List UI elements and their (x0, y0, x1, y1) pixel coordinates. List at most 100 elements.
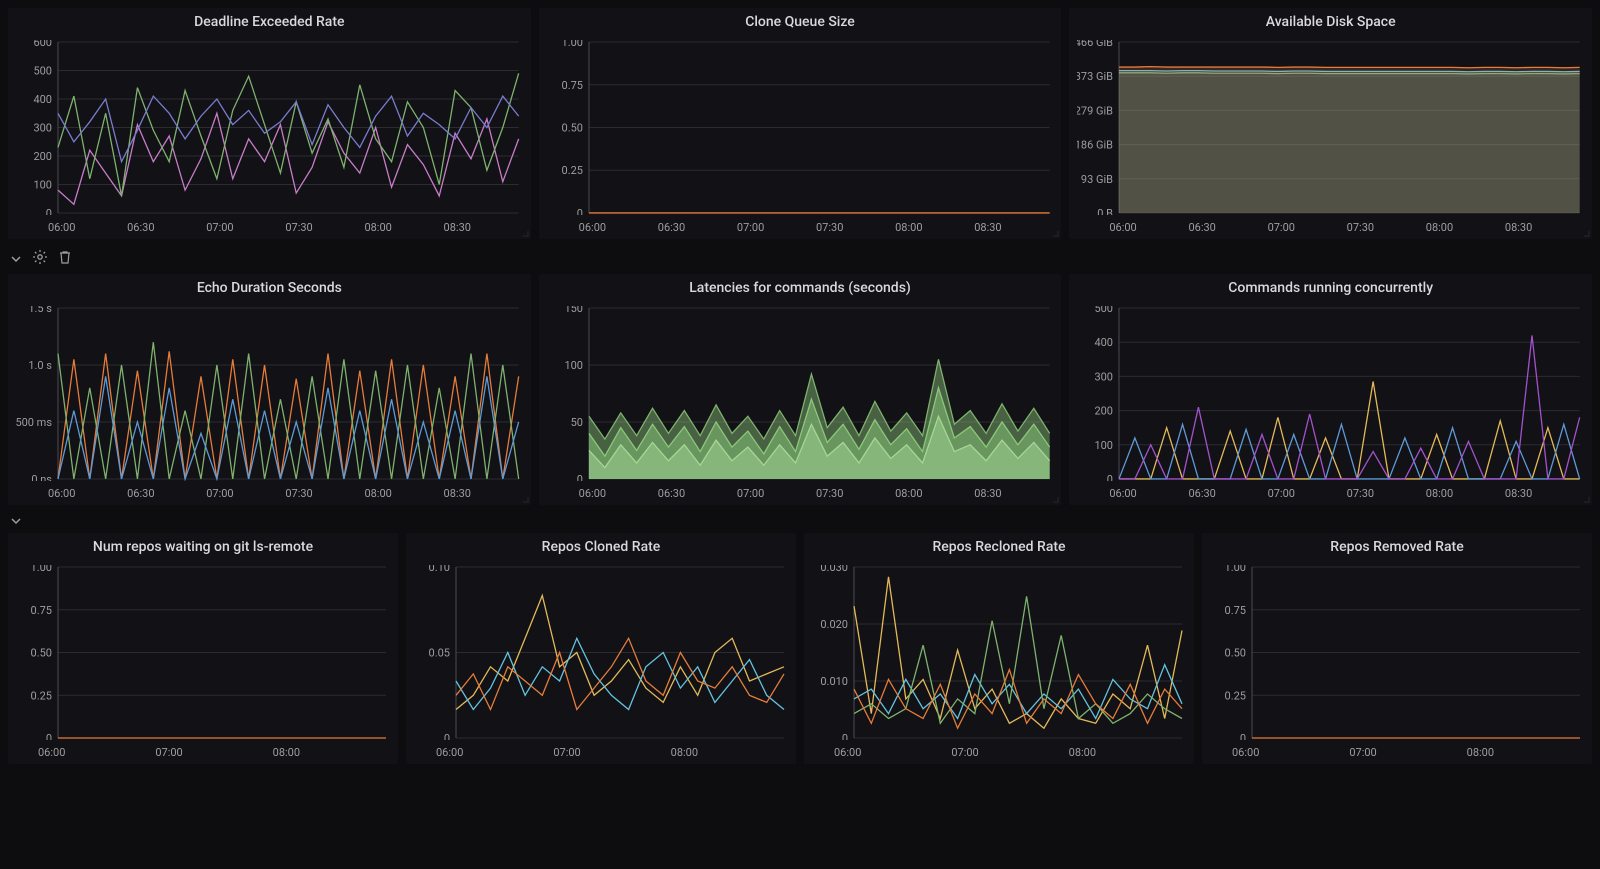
x-axis: 06:0007:0008:00 (38, 746, 390, 759)
panel-title: Commands running concurrently (1077, 280, 1584, 296)
svg-text:0.25: 0.25 (1225, 689, 1246, 702)
svg-text:200: 200 (33, 150, 52, 163)
svg-text:0.50: 0.50 (561, 121, 582, 134)
svg-text:0.030: 0.030 (820, 565, 848, 574)
svg-text:1.0 s: 1.0 s (28, 359, 52, 372)
x-axis: 06:0007:0008:00 (1232, 746, 1584, 759)
svg-text:400: 400 (33, 93, 52, 106)
svg-text:300: 300 (1095, 370, 1114, 383)
panel-title: Repos Recloned Rate (812, 539, 1186, 555)
x-axis: 06:0006:3007:0007:3008:0008:30 (579, 487, 1054, 500)
chart-canvas: 0 B93 GiB186 GiB279 GiB373 GiB466 GiB (1077, 40, 1584, 215)
x-axis: 06:0006:3007:0007:3008:0008:30 (1109, 221, 1584, 234)
svg-text:0: 0 (46, 732, 52, 740)
panel-title: Repos Removed Rate (1210, 539, 1584, 555)
svg-text:0 B: 0 B (1098, 207, 1114, 215)
svg-text:100: 100 (1095, 439, 1114, 452)
resize-handle-icon[interactable] (523, 497, 529, 503)
svg-text:0.10: 0.10 (429, 565, 450, 574)
panel-title: Repos Cloned Rate (414, 539, 788, 555)
chart-canvas: 0 0.05 0.10 (414, 565, 788, 740)
x-axis: 06:0006:3007:0007:3008:0008:30 (48, 487, 523, 500)
svg-text:300: 300 (33, 121, 52, 134)
gear-icon[interactable] (32, 249, 48, 268)
panel-cloned-rate[interactable]: Repos Cloned Rate 0 0.05 0.10 06:0007:0008… (406, 533, 796, 764)
chart-canvas: 0 100 200 300 400 500 600 (16, 40, 523, 215)
panel-removed-rate[interactable]: Repos Removed Rate 0 0.25 0.50 0.75 1.00 06:… (1202, 533, 1592, 764)
panel-title: Available Disk Space (1077, 14, 1584, 30)
trash-icon[interactable] (58, 250, 72, 267)
panel-recloned-rate[interactable]: Repos Recloned Rate 00.0100.0200.030 06:… (804, 533, 1194, 764)
svg-text:466 GiB: 466 GiB (1077, 40, 1113, 49)
dashboard-row-2: Echo Duration Seconds 0 ns 500 ms 1.0 s 1.5… (8, 274, 1592, 505)
svg-text:500: 500 (33, 65, 52, 78)
panel-latencies[interactable]: Latencies for commands (seconds) 0 50 100 1… (539, 274, 1062, 505)
svg-text:1.00: 1.00 (561, 40, 582, 49)
svg-text:0.50: 0.50 (1225, 647, 1246, 660)
svg-text:0: 0 (1107, 473, 1113, 481)
panel-title: Latencies for commands (seconds) (547, 280, 1054, 296)
row-header (8, 243, 1592, 274)
panel-disk-space[interactable]: Available Disk Space 0 B93 GiB186 GiB279… (1069, 8, 1592, 239)
panel-deadline-exceeded[interactable]: Deadline Exceeded Rate 0 100 200 300 400 500 6… (8, 8, 531, 239)
panel-title: Num repos waiting on git ls-remote (16, 539, 390, 555)
svg-text:50: 50 (570, 416, 582, 429)
x-axis: 06:0006:3007:0007:3008:0008:30 (579, 221, 1054, 234)
panel-echo-duration[interactable]: Echo Duration Seconds 0 ns 500 ms 1.0 s 1.5… (8, 274, 531, 505)
panel-clone-queue[interactable]: Clone Queue Size 00.250.500.751.00 06:00… (539, 8, 1062, 239)
svg-text:0.75: 0.75 (31, 604, 52, 617)
svg-text:93 GiB: 93 GiB (1081, 173, 1113, 186)
panel-title: Deadline Exceeded Rate (16, 14, 523, 30)
svg-text:0: 0 (576, 473, 582, 481)
x-axis: 06:0006:3007:0007:3008:0008:30 (48, 221, 523, 234)
x-axis: 06:0007:0008:00 (436, 746, 788, 759)
svg-text:0: 0 (444, 732, 450, 740)
panel-title: Echo Duration Seconds (16, 280, 523, 296)
dashboard-row-3: Num repos waiting on git ls-remote 0 0.25… (8, 533, 1592, 764)
resize-handle-icon[interactable] (1584, 497, 1590, 503)
svg-text:0.05: 0.05 (429, 647, 450, 660)
panel-commands-concurrent[interactable]: Commands running concurrently 0 100 200 300… (1069, 274, 1592, 505)
svg-text:200: 200 (1095, 405, 1114, 418)
chart-canvas: 0 ns 500 ms 1.0 s 1.5 s (16, 306, 523, 481)
chart-canvas: 00.250.500.751.00 (547, 40, 1054, 215)
x-axis: 06:0006:3007:0007:3008:0008:30 (1109, 487, 1584, 500)
svg-text:0.75: 0.75 (561, 79, 582, 92)
chart-canvas: 0 0.25 0.50 0.75 1.00 (1210, 565, 1584, 740)
svg-text:500: 500 (1095, 306, 1114, 315)
svg-text:0.50: 0.50 (31, 647, 52, 660)
chart-canvas: 0 50 100 150 (547, 306, 1054, 481)
resize-handle-icon[interactable] (1584, 231, 1590, 237)
svg-text:600: 600 (33, 40, 52, 49)
svg-text:373 GiB: 373 GiB (1077, 70, 1113, 83)
svg-text:1.00: 1.00 (31, 565, 52, 574)
chart-canvas: 00.0100.0200.030 (812, 565, 1186, 740)
svg-text:0.25: 0.25 (31, 689, 52, 702)
chart-canvas: 0 100 200 300 400 500 (1077, 306, 1584, 481)
row-header (8, 509, 1592, 533)
svg-text:500 ms: 500 ms (16, 416, 52, 429)
svg-text:1.00: 1.00 (1225, 565, 1246, 574)
svg-text:1.5 s: 1.5 s (28, 306, 52, 315)
svg-text:279 GiB: 279 GiB (1077, 104, 1113, 117)
x-axis: 06:0007:0008:00 (834, 746, 1186, 759)
svg-text:0: 0 (1240, 732, 1246, 740)
dashboard-row-1: Deadline Exceeded Rate 0 100 200 300 400 500 6… (8, 8, 1592, 239)
chevron-down-icon[interactable] (10, 253, 22, 265)
svg-text:0.010: 0.010 (820, 675, 848, 688)
svg-text:150: 150 (564, 306, 583, 315)
panel-title: Clone Queue Size (547, 14, 1054, 30)
resize-handle-icon[interactable] (523, 231, 529, 237)
svg-text:100: 100 (33, 178, 52, 191)
resize-handle-icon[interactable] (1053, 231, 1059, 237)
svg-text:100: 100 (564, 359, 583, 372)
svg-text:0: 0 (842, 732, 848, 740)
panel-ls-remote[interactable]: Num repos waiting on git ls-remote 0 0.25… (8, 533, 398, 764)
svg-text:400: 400 (1095, 336, 1114, 349)
resize-handle-icon[interactable] (1053, 497, 1059, 503)
svg-text:0: 0 (46, 207, 52, 215)
svg-text:0.75: 0.75 (1225, 604, 1246, 617)
chevron-down-icon[interactable] (10, 515, 22, 527)
svg-text:0 ns: 0 ns (31, 473, 52, 481)
svg-text:0.25: 0.25 (561, 164, 582, 177)
